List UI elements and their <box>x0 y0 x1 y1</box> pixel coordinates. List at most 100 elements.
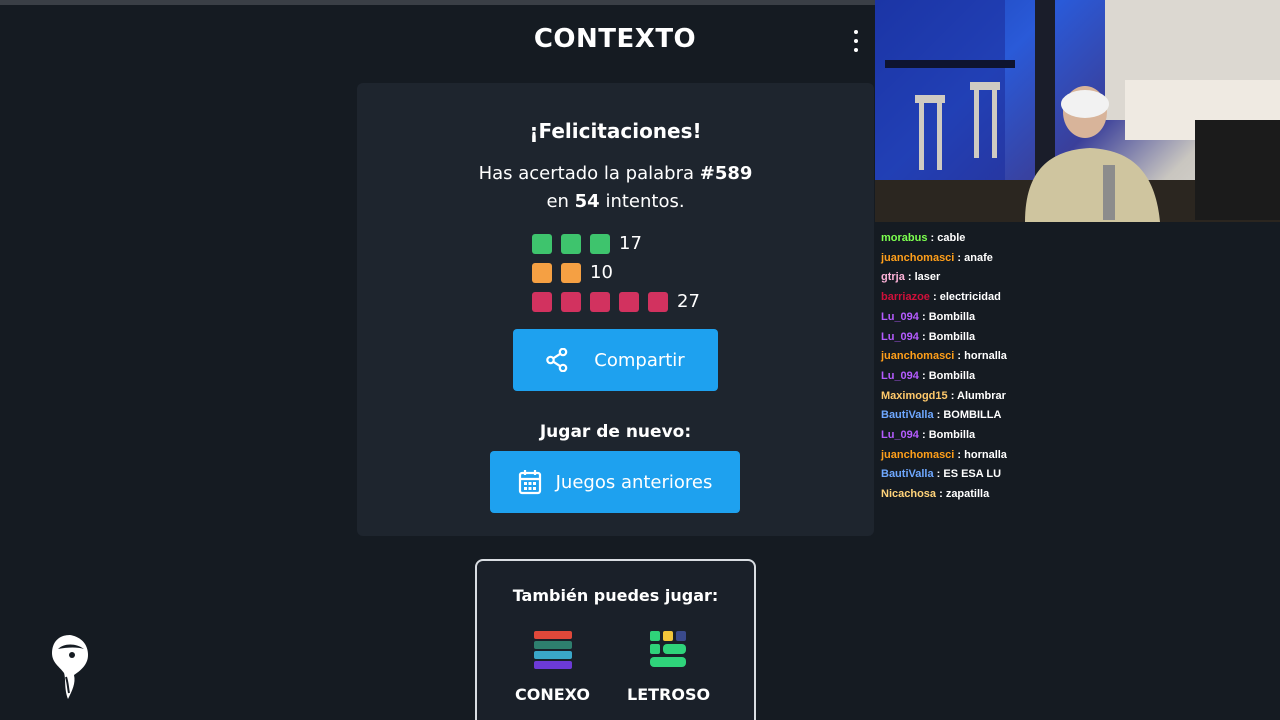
chat-message: BautiValla : BOMBILLA <box>881 406 1280 426</box>
chat-message: juanchomasci : hornalla <box>881 446 1280 466</box>
chat-text: electricidad <box>939 291 1001 304</box>
chat-text: Bombilla <box>928 429 976 442</box>
chat-message: barriazoe : electricidad <box>881 288 1280 308</box>
chat-message: Lu_094 : Bombilla <box>881 308 1280 328</box>
attempts-count: 54 <box>574 191 600 212</box>
distribution-row: 17 <box>532 229 700 258</box>
chat-text: laser <box>914 271 941 284</box>
chat-separator: : <box>933 468 944 481</box>
letroso-label: LETROSO <box>627 685 711 704</box>
chat-text: Bombilla <box>928 330 976 343</box>
orange-square <box>532 262 552 283</box>
chat-username[interactable]: juanchomasci <box>881 350 954 362</box>
play-again-label: Jugar de nuevo: <box>539 422 692 442</box>
share-label: Compartir <box>594 349 685 371</box>
chat-separator: : <box>947 389 958 402</box>
chat-text: Bombilla <box>928 369 976 382</box>
menu-icon[interactable] <box>848 30 864 52</box>
conexo-link[interactable]: CONEXO <box>515 631 590 704</box>
result-line1-prefix: Has acertado la palabra <box>478 163 700 184</box>
share-button[interactable]: Compartir <box>513 329 718 391</box>
conexo-icon <box>533 631 572 669</box>
chat-username[interactable]: Lu_094 <box>881 429 919 441</box>
distribution-row: 10 <box>532 258 700 287</box>
chat-username[interactable]: Lu_094 <box>881 311 919 323</box>
result-text: Has acertado la palabra #589 en 54 inten… <box>357 160 874 216</box>
chat-separator: : <box>954 350 965 363</box>
distribution-row: 27 <box>532 287 700 316</box>
distribution-count: 10 <box>590 262 613 283</box>
orange-square <box>561 262 581 283</box>
green-square <box>532 233 552 254</box>
chat-username[interactable]: barriazoe <box>881 291 930 303</box>
also-play-box: También puedes jugar: CONEXO LETROSO <box>475 559 756 720</box>
chat-message: BautiValla : ES ESA LU <box>881 465 1280 485</box>
chat-separator: : <box>918 330 929 343</box>
chat-message: morabus : cable <box>881 229 1280 249</box>
green-square <box>561 233 581 254</box>
distribution-count: 27 <box>677 291 700 312</box>
share-icon <box>546 348 568 372</box>
congrats-heading: ¡Felicitaciones! <box>529 119 702 143</box>
result-line2-prefix: en <box>546 191 575 212</box>
chat-username[interactable]: Nicachosa <box>881 488 936 500</box>
chat-username[interactable]: Lu_094 <box>881 370 919 382</box>
chat-username[interactable]: juanchomasci <box>881 449 954 461</box>
stream-chat: morabus : cable juanchomasci : anafe gtrja… <box>875 222 1280 720</box>
red-square <box>532 291 552 312</box>
toucan-logo-icon <box>52 635 88 699</box>
previous-games-button[interactable]: Juegos anteriores <box>490 451 740 513</box>
red-square <box>561 291 581 312</box>
conexo-label: CONEXO <box>515 685 591 704</box>
distribution-count: 17 <box>619 233 642 254</box>
chat-separator: : <box>904 271 915 284</box>
guess-distribution: 17 10 27 <box>532 229 700 316</box>
chat-separator: : <box>918 429 929 442</box>
red-square <box>648 291 668 312</box>
chat-separator: : <box>954 251 965 264</box>
chat-text: cable <box>937 232 966 244</box>
chat-separator: : <box>918 310 929 323</box>
chat-separator: : <box>918 369 929 382</box>
webcam-feed <box>875 0 1280 222</box>
letroso-icon <box>649 631 686 667</box>
chat-message: Maximogd15 : Alumbrar <box>881 387 1280 407</box>
browser-top-strip <box>0 0 875 5</box>
chat-username[interactable]: gtrja <box>881 271 905 283</box>
also-play-title: También puedes jugar: <box>512 586 719 605</box>
chat-message: juanchomasci : anafe <box>881 249 1280 269</box>
chat-separator: : <box>936 488 946 501</box>
letroso-link[interactable]: LETROSO <box>627 631 710 704</box>
chat-separator: : <box>927 232 938 244</box>
chat-separator: : <box>929 291 940 304</box>
chat-message: Nicachosa : zapatilla <box>881 485 1280 505</box>
chat-message: Lu_094 : Bombilla <box>881 367 1280 387</box>
chat-text: zapatilla <box>945 488 990 501</box>
previous-games-label: Juegos anteriores <box>555 471 713 493</box>
chat-username[interactable]: Lu_094 <box>881 331 919 343</box>
word-number: #589 <box>699 163 753 184</box>
chat-username[interactable]: morabus <box>881 232 927 244</box>
green-square <box>590 233 610 254</box>
chat-separator: : <box>954 448 965 461</box>
chat-separator: : <box>933 409 944 422</box>
chat-message: juanchomasci : hornalla <box>881 347 1280 367</box>
chat-message: Lu_094 : Bombilla <box>881 328 1280 348</box>
chat-username[interactable]: juanchomasci <box>881 252 954 264</box>
chat-username[interactable]: BautiValla <box>881 409 934 421</box>
chat-text: hornalla <box>964 448 1007 461</box>
chat-text: anafe <box>964 251 993 264</box>
chat-message: gtrja : laser <box>881 268 1280 288</box>
chat-text: BOMBILLA <box>943 409 1002 422</box>
chat-message: Lu_094 : Bombilla <box>881 426 1280 446</box>
chat-text: hornalla <box>964 350 1007 363</box>
chat-text: Alumbrar <box>957 389 1006 402</box>
result-line2-suffix: intentos. <box>599 191 685 212</box>
result-card: ¡Felicitaciones! Has acertado la palabra… <box>357 83 874 536</box>
chat-text: Bombilla <box>928 310 976 323</box>
calendar-icon <box>518 470 541 495</box>
chat-username[interactable]: Maximogd15 <box>881 390 948 402</box>
chat-username[interactable]: BautiValla <box>881 468 934 480</box>
red-square <box>619 291 639 312</box>
chat-text: ES ESA LU <box>943 468 1002 481</box>
